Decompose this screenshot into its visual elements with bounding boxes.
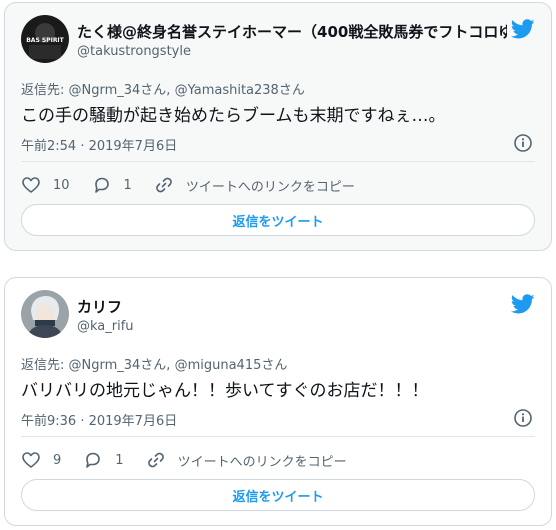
heart-icon [22, 452, 40, 468]
display-name[interactable]: カリフ [77, 296, 507, 317]
copy-link-button[interactable]: ツイートへのリンクをコピー [146, 450, 347, 470]
tweet-timestamp[interactable]: 午前9:36 · 2019年7月6日 [21, 410, 177, 429]
avatar-logo-text: BAS SPIRIT [26, 37, 64, 44]
heart-icon [22, 177, 40, 193]
avatar[interactable] [21, 290, 69, 338]
link-icon [155, 177, 172, 193]
reply-count: 1 [123, 177, 132, 193]
reply-to-line: 返信先: @Ngrm_34さん, @Yamashita238さん [21, 83, 305, 98]
reply-to-line: 返信先: @Ngrm_34さん, @miguna415さん [21, 358, 288, 373]
copy-link-label: ツイートへのリンクをコピー [185, 179, 355, 195]
divider [21, 436, 535, 437]
like-count: 10 [53, 177, 70, 193]
display-name[interactable]: たく様@終身名誉ステイホーマー（400戦全敗馬券でフトコロゆ [77, 21, 507, 42]
reply-count: 1 [115, 452, 124, 468]
copy-link-label: ツイートへのリンクをコピー [177, 454, 347, 470]
like-button[interactable]: 10 [21, 175, 70, 195]
user-handle[interactable]: @takustrongstyle [77, 44, 191, 59]
info-icon[interactable] [513, 133, 533, 153]
link-icon [147, 452, 164, 468]
tweet-card[interactable]: BAS SPIRIT たく様@終身名誉ステイホーマー（400戦全敗馬券でフトコロ… [4, 2, 552, 251]
reply-tweet-button[interactable]: 返信をツイート [21, 479, 535, 511]
twitter-bird-icon[interactable] [510, 292, 535, 316]
tweet-card[interactable]: カリフ @ka_rifu 返信先: @Ngrm_34さん, @miguna415… [4, 277, 552, 526]
avatar[interactable]: BAS SPIRIT [21, 15, 69, 63]
tweet-text: この手の騒動が起き始めたらブームも末期ですねぇ…。 [21, 106, 446, 126]
reply-count-button[interactable]: 1 [92, 175, 132, 195]
reply-tweet-button[interactable]: 返信をツイート [21, 204, 535, 236]
action-bar: 9 1 ツイートへのリンクをコピー [21, 448, 369, 472]
reply-bubble-icon [94, 177, 109, 193]
info-icon[interactable] [513, 408, 533, 428]
divider [21, 161, 535, 162]
tweet-text: バリバリの地元じゃん！！歩いてすぐのお店だ！！！ [21, 381, 429, 401]
reply-count-button[interactable]: 1 [83, 450, 124, 470]
like-button[interactable]: 9 [21, 450, 61, 470]
twitter-bird-icon[interactable] [510, 17, 535, 41]
tweet-timestamp[interactable]: 午前2:54 · 2019年7月6日 [21, 135, 177, 154]
user-handle[interactable]: @ka_rifu [77, 319, 134, 334]
action-bar: 10 1 ツイートへのリンクをコピー [21, 173, 377, 197]
reply-bubble-icon [86, 452, 101, 468]
like-count: 9 [53, 452, 62, 468]
copy-link-button[interactable]: ツイートへのリンクをコピー [154, 175, 355, 195]
